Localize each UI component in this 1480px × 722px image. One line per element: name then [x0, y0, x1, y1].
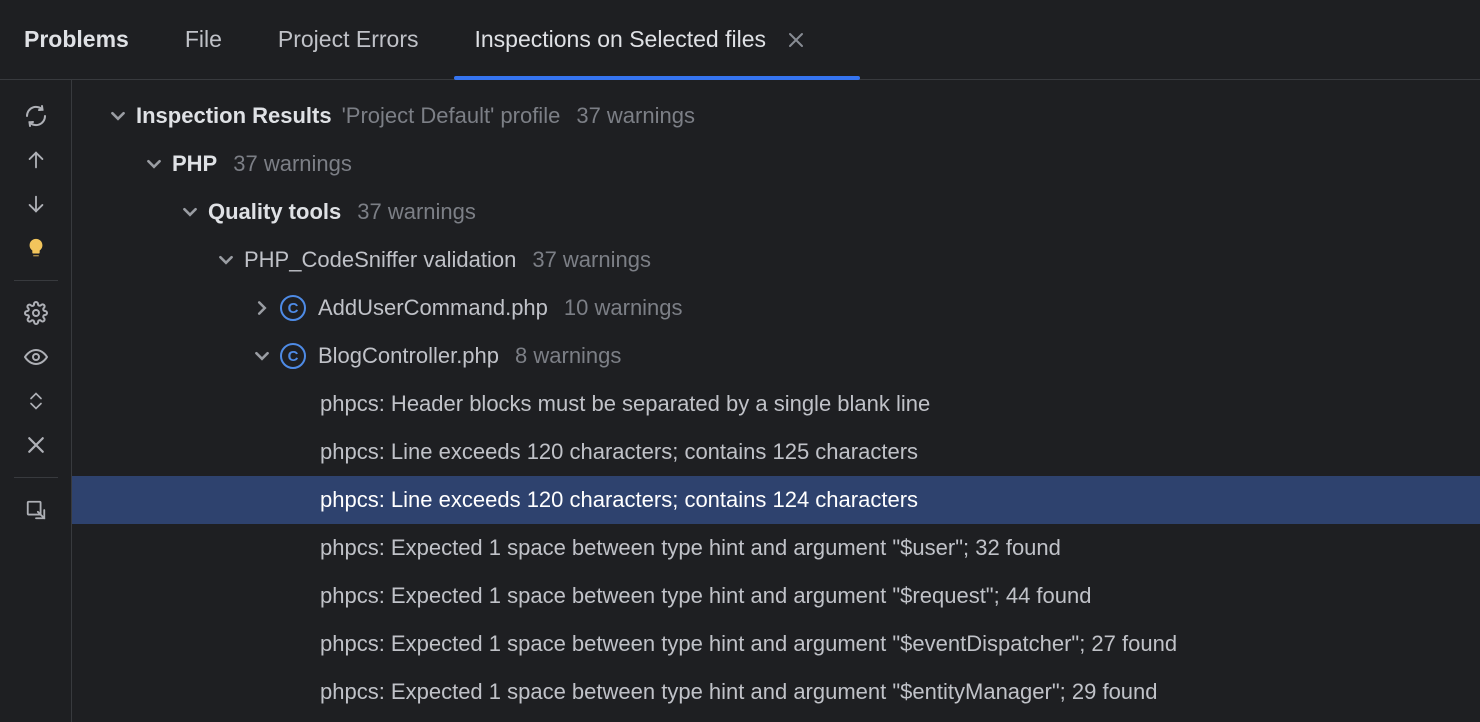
file-icon-letter: C: [288, 348, 299, 365]
file-warning-count: 8 warnings: [515, 343, 621, 369]
inspection-message[interactable]: phpcs: Line exceeds 120 characters; cont…: [72, 428, 1480, 476]
inspection-message[interactable]: phpcs: Expected 1 space between type hin…: [72, 524, 1480, 572]
inspection-results-tree[interactable]: Inspection Results 'Project Default' pro…: [72, 80, 1480, 722]
tree-node-quality-tools[interactable]: Quality tools 37 warnings: [72, 188, 1480, 236]
inspection-message-text: phpcs: Expected 1 space between type hin…: [320, 535, 1061, 561]
tree-node-file[interactable]: C BlogController.php 8 warnings: [72, 332, 1480, 380]
tab-project-errors-label: Project Errors: [278, 26, 419, 53]
main-area: Inspection Results 'Project Default' pro…: [0, 80, 1480, 722]
inspection-message[interactable]: phpcs: Header blocks must be separated b…: [72, 380, 1480, 428]
inspection-message-text: phpcs: Line exceeds 120 characters; cont…: [320, 439, 918, 465]
close-icon[interactable]: [788, 32, 804, 48]
tree-node-file[interactable]: C AddUserCommand.php 10 warnings: [72, 284, 1480, 332]
inspections-side-toolbar: [0, 80, 72, 722]
chevron-down-icon[interactable]: [208, 253, 244, 267]
inspection-message-text: phpcs: Line exceeds 120 characters; cont…: [320, 487, 918, 513]
file-icon-letter: C: [288, 300, 299, 317]
tab-file[interactable]: File: [185, 0, 222, 79]
tab-project-errors[interactable]: Project Errors: [278, 0, 419, 79]
inspection-message-text: phpcs: Expected 1 space between type hin…: [320, 631, 1177, 657]
arrow-down-icon[interactable]: [16, 184, 56, 224]
inspection-results-profile: 'Project Default' profile: [342, 103, 561, 129]
file-name: AddUserCommand.php: [318, 295, 548, 321]
chevron-down-icon[interactable]: [172, 205, 208, 219]
tree-node-codesniffer[interactable]: PHP_CodeSniffer validation 37 warnings: [72, 236, 1480, 284]
inspection-results-heading: Inspection Results: [136, 103, 332, 129]
arrow-up-icon[interactable]: [16, 140, 56, 180]
chevron-down-icon[interactable]: [244, 349, 280, 363]
inspection-message[interactable]: phpcs: Expected 1 space between type hin…: [72, 572, 1480, 620]
rerun-icon[interactable]: [16, 96, 56, 136]
tree-node-label: Quality tools: [208, 199, 341, 225]
tab-inspections-label: Inspections on Selected files: [474, 26, 766, 53]
separator: [14, 280, 58, 281]
tree-node-count: 37 warnings: [357, 199, 476, 225]
tab-file-label: File: [185, 26, 222, 53]
problems-tabbar: Problems File Project Errors Inspections…: [0, 0, 1480, 80]
problems-title-label: Problems: [24, 26, 129, 53]
inspection-message[interactable]: phpcs: Expected 1 space between type hin…: [72, 620, 1480, 668]
inspection-message-text: phpcs: Expected 1 space between type hin…: [320, 679, 1158, 705]
separator: [14, 477, 58, 478]
file-name: BlogController.php: [318, 343, 499, 369]
tree-node-php[interactable]: PHP 37 warnings: [72, 140, 1480, 188]
inspection-message-text: phpcs: Expected 1 space between type hin…: [320, 583, 1091, 609]
inspection-message[interactable]: phpcs: Expected 1 space between type hin…: [72, 668, 1480, 716]
eye-icon[interactable]: [16, 337, 56, 377]
gear-icon[interactable]: [16, 293, 56, 333]
chevron-down-icon[interactable]: [136, 157, 172, 171]
inspection-message[interactable]: phpcs: Line exceeds 120 characters; cont…: [72, 476, 1480, 524]
expand-collapse-icon[interactable]: [16, 381, 56, 421]
export-icon[interactable]: [16, 490, 56, 530]
chevron-down-icon[interactable]: [100, 109, 136, 123]
close-x-icon[interactable]: [16, 425, 56, 465]
tree-node-label: PHP: [172, 151, 217, 177]
inspection-message-text: phpcs: Header blocks must be separated b…: [320, 391, 930, 417]
file-warning-count: 10 warnings: [564, 295, 683, 321]
class-file-icon: C: [280, 295, 306, 321]
problems-title-tab[interactable]: Problems: [24, 0, 129, 79]
chevron-right-icon[interactable]: [244, 301, 280, 315]
tree-node-count: 37 warnings: [532, 247, 651, 273]
lightbulb-icon[interactable]: [16, 228, 56, 268]
tab-inspections[interactable]: Inspections on Selected files: [474, 0, 804, 79]
class-file-icon: C: [280, 343, 306, 369]
tree-node-label: PHP_CodeSniffer validation: [244, 247, 516, 273]
inspection-results-total: 37 warnings: [576, 103, 695, 129]
tree-node-inspection-results[interactable]: Inspection Results 'Project Default' pro…: [72, 92, 1480, 140]
tree-node-count: 37 warnings: [233, 151, 352, 177]
